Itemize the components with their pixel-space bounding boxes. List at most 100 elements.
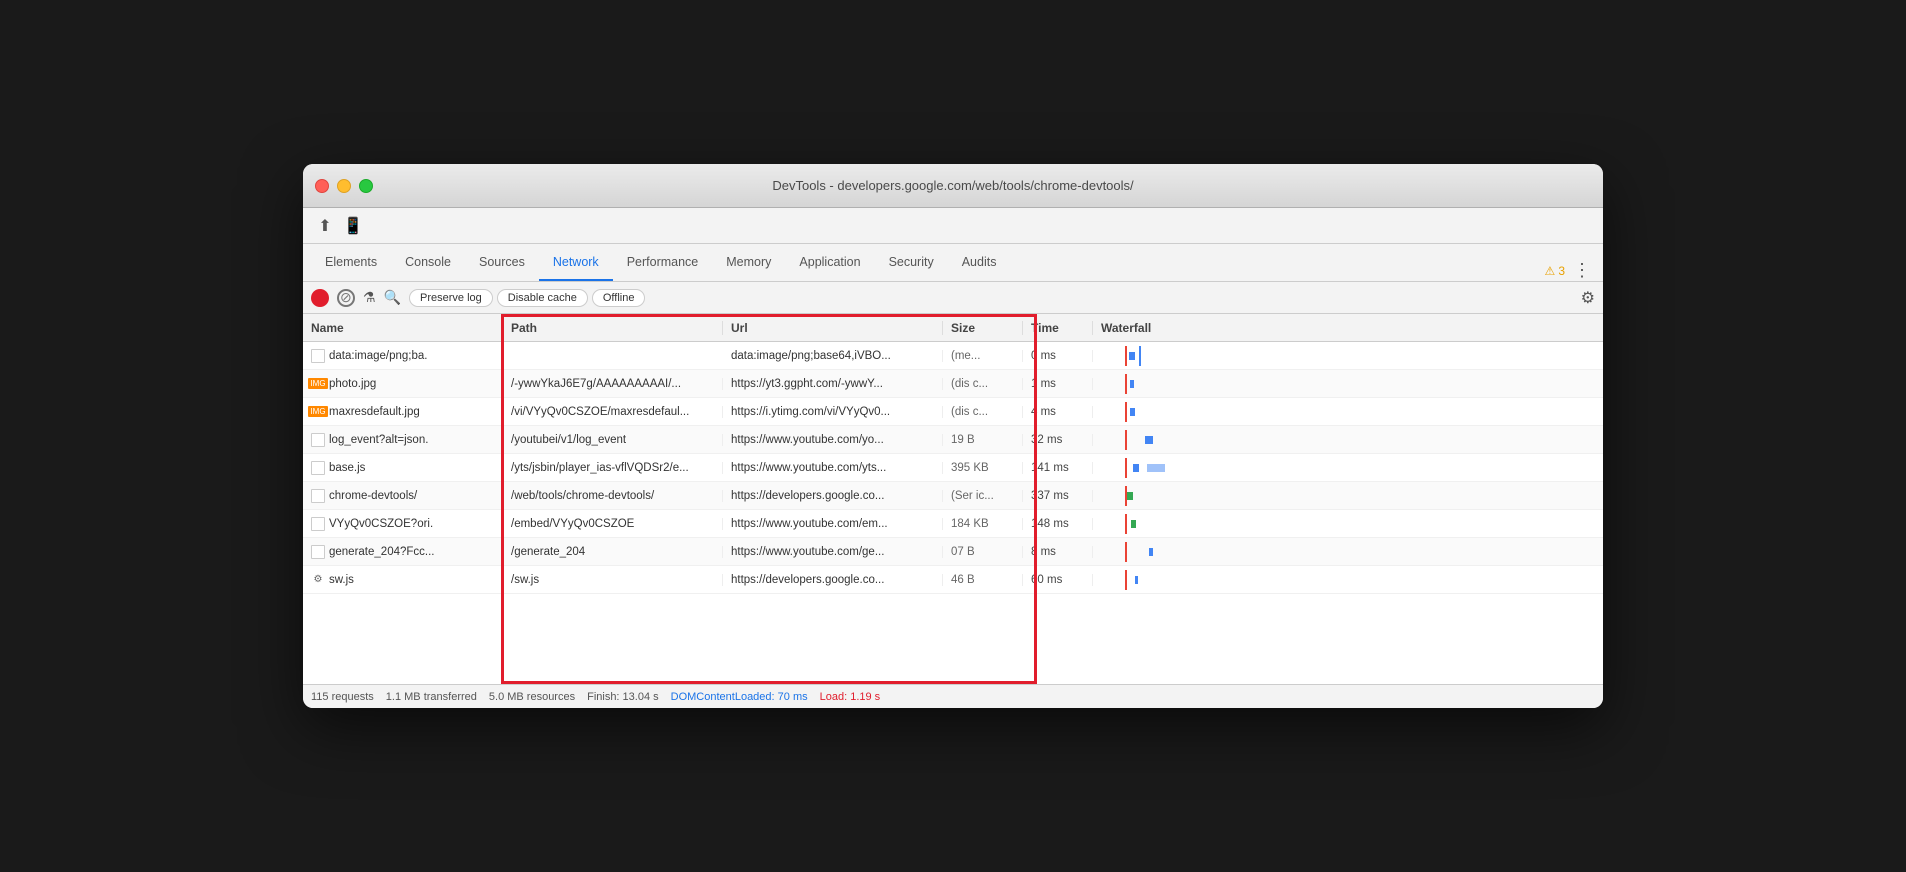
table-row[interactable]: ⚙ sw.js /sw.js https://developers.google…	[303, 566, 1603, 594]
cell-path-8: /sw.js	[503, 574, 723, 586]
devtools-top-toolbar: ⬆ 📱	[303, 208, 1603, 244]
load-time: Load: 1.19 s	[820, 691, 881, 703]
cell-time-5: 337 ms	[1023, 490, 1093, 502]
file-icon-blank5	[311, 489, 325, 503]
table-row[interactable]: IMG photo.jpg /-ywwYkaJ6E7g/AAAAAAAAAI/.…	[303, 370, 1603, 398]
cell-waterfall-4	[1093, 454, 1603, 481]
cell-waterfall-3	[1093, 426, 1603, 453]
cell-name-5: chrome-devtools/	[303, 489, 503, 503]
file-icon-blank	[311, 349, 325, 363]
clear-icon: ⊘	[340, 289, 352, 306]
cell-path-3: /youtubei/v1/log_event	[503, 434, 723, 446]
tab-elements[interactable]: Elements	[311, 244, 391, 281]
cell-waterfall-8	[1093, 566, 1603, 593]
cell-url-7: https://www.youtube.com/ge...	[723, 546, 943, 558]
cell-size-5: (Ser ic...	[943, 490, 1023, 502]
clear-button[interactable]: ⊘	[337, 289, 355, 307]
cell-path-2: /vi/VYyQv0CSZOE/maxresdefaul...	[503, 406, 723, 418]
filter-button[interactable]: ⚗	[363, 289, 376, 306]
cell-time-1: 1 ms	[1023, 378, 1093, 390]
settings-button[interactable]: ⚙	[1581, 288, 1595, 308]
cell-time-7: 8 ms	[1023, 546, 1093, 558]
tab-performance[interactable]: Performance	[613, 244, 713, 281]
cell-waterfall-6	[1093, 510, 1603, 537]
offline-chip[interactable]: Offline	[592, 289, 646, 307]
cell-size-3: 19 B	[943, 434, 1023, 446]
cell-path-4: /yts/jsbin/player_ias-vflVQDSr2/e...	[503, 462, 723, 474]
cell-size-6: 184 KB	[943, 518, 1023, 530]
cell-size-8: 46 B	[943, 574, 1023, 586]
col-header-time: Time	[1023, 321, 1093, 335]
tab-console[interactable]: Console	[391, 244, 465, 281]
cell-waterfall-5	[1093, 482, 1603, 509]
cell-time-3: 32 ms	[1023, 434, 1093, 446]
cell-url-1: https://yt3.ggpht.com/-ywwY...	[723, 378, 943, 390]
cell-url-2: https://i.ytimg.com/vi/VYyQv0...	[723, 406, 943, 418]
col-header-path: Path	[503, 321, 723, 335]
table-row[interactable]: VYyQv0CSZOE?ori. /embed/VYyQv0CSZOE http…	[303, 510, 1603, 538]
title-bar: DevTools - developers.google.com/web/too…	[303, 164, 1603, 208]
maximize-button[interactable]	[359, 179, 373, 193]
devtools-window: DevTools - developers.google.com/web/too…	[303, 164, 1603, 708]
finish-time: Finish: 13.04 s	[587, 691, 659, 703]
cell-waterfall-2	[1093, 398, 1603, 425]
file-icon-blank4	[311, 461, 325, 475]
table-header: Name Path Url Size Time Waterfall	[303, 314, 1603, 342]
tab-memory[interactable]: Memory	[712, 244, 785, 281]
col-header-size: Size	[943, 321, 1023, 335]
close-button[interactable]	[315, 179, 329, 193]
file-icon-blank7	[311, 545, 325, 559]
cell-waterfall-1	[1093, 370, 1603, 397]
cell-time-6: 148 ms	[1023, 518, 1093, 530]
file-icon-blank6	[311, 517, 325, 531]
file-icon-blank3	[311, 433, 325, 447]
more-tabs-button[interactable]: ⋮	[1569, 260, 1595, 281]
table-row[interactable]: data:image/png;ba. data:image/png;base64…	[303, 342, 1603, 370]
cell-size-4: 395 KB	[943, 462, 1023, 474]
table-row[interactable]: chrome-devtools/ /web/tools/chrome-devto…	[303, 482, 1603, 510]
cell-size-1: (dis c...	[943, 378, 1023, 390]
table-row[interactable]: generate_204?Fcc... /generate_204 https:…	[303, 538, 1603, 566]
table-row[interactable]: log_event?alt=json. /youtubei/v1/log_eve…	[303, 426, 1603, 454]
cell-url-8: https://developers.google.co...	[723, 574, 943, 586]
tab-icons: ⚠ 3 ⋮	[1545, 260, 1595, 281]
cell-size-0: (me...	[943, 350, 1023, 362]
cell-time-4: 141 ms	[1023, 462, 1093, 474]
gear-file-icon: ⚙	[311, 573, 325, 587]
warning-icon: ⚠	[1545, 264, 1556, 278]
cell-time-0: 0 ms	[1023, 350, 1093, 362]
tab-audits[interactable]: Audits	[948, 244, 1011, 281]
search-button[interactable]: 🔍	[384, 289, 401, 306]
cell-url-4: https://www.youtube.com/yts...	[723, 462, 943, 474]
preserve-log-chip[interactable]: Preserve log	[409, 289, 493, 307]
tab-network[interactable]: Network	[539, 244, 613, 281]
col-header-waterfall: Waterfall	[1093, 321, 1603, 335]
device-icon: 📱	[343, 216, 363, 236]
tab-application[interactable]: Application	[785, 244, 874, 281]
cell-size-2: (dis c...	[943, 406, 1023, 418]
cell-path-1: /-ywwYkaJ6E7g/AAAAAAAAAI/...	[503, 378, 723, 390]
cell-name-8: ⚙ sw.js	[303, 573, 503, 587]
cell-waterfall-0	[1093, 342, 1603, 369]
status-bar: 115 requests 1.1 MB transferred 5.0 MB r…	[303, 684, 1603, 708]
cell-waterfall-7	[1093, 538, 1603, 565]
cell-name-2: IMG maxresdefault.jpg	[303, 405, 503, 419]
disable-cache-chip[interactable]: Disable cache	[497, 289, 588, 307]
window-title: DevTools - developers.google.com/web/too…	[772, 178, 1133, 193]
col-header-url: Url	[723, 321, 943, 335]
table-body: data:image/png;ba. data:image/png;base64…	[303, 342, 1603, 684]
cell-name-7: generate_204?Fcc...	[303, 545, 503, 559]
table-row[interactable]: IMG maxresdefault.jpg /vi/VYyQv0CSZOE/ma…	[303, 398, 1603, 426]
tab-security[interactable]: Security	[875, 244, 948, 281]
col-header-name: Name	[303, 321, 503, 335]
minimize-button[interactable]	[337, 179, 351, 193]
device-toolbar-button[interactable]: 📱	[339, 212, 367, 240]
cell-size-7: 07 B	[943, 546, 1023, 558]
table-row[interactable]: base.js /yts/jsbin/player_ias-vflVQDSr2/…	[303, 454, 1603, 482]
warning-badge[interactable]: ⚠ 3	[1545, 264, 1565, 278]
cell-name-0: data:image/png;ba.	[303, 349, 503, 363]
cell-url-5: https://developers.google.co...	[723, 490, 943, 502]
record-button[interactable]	[311, 289, 329, 307]
tab-sources[interactable]: Sources	[465, 244, 539, 281]
inspect-element-button[interactable]: ⬆	[311, 212, 339, 240]
